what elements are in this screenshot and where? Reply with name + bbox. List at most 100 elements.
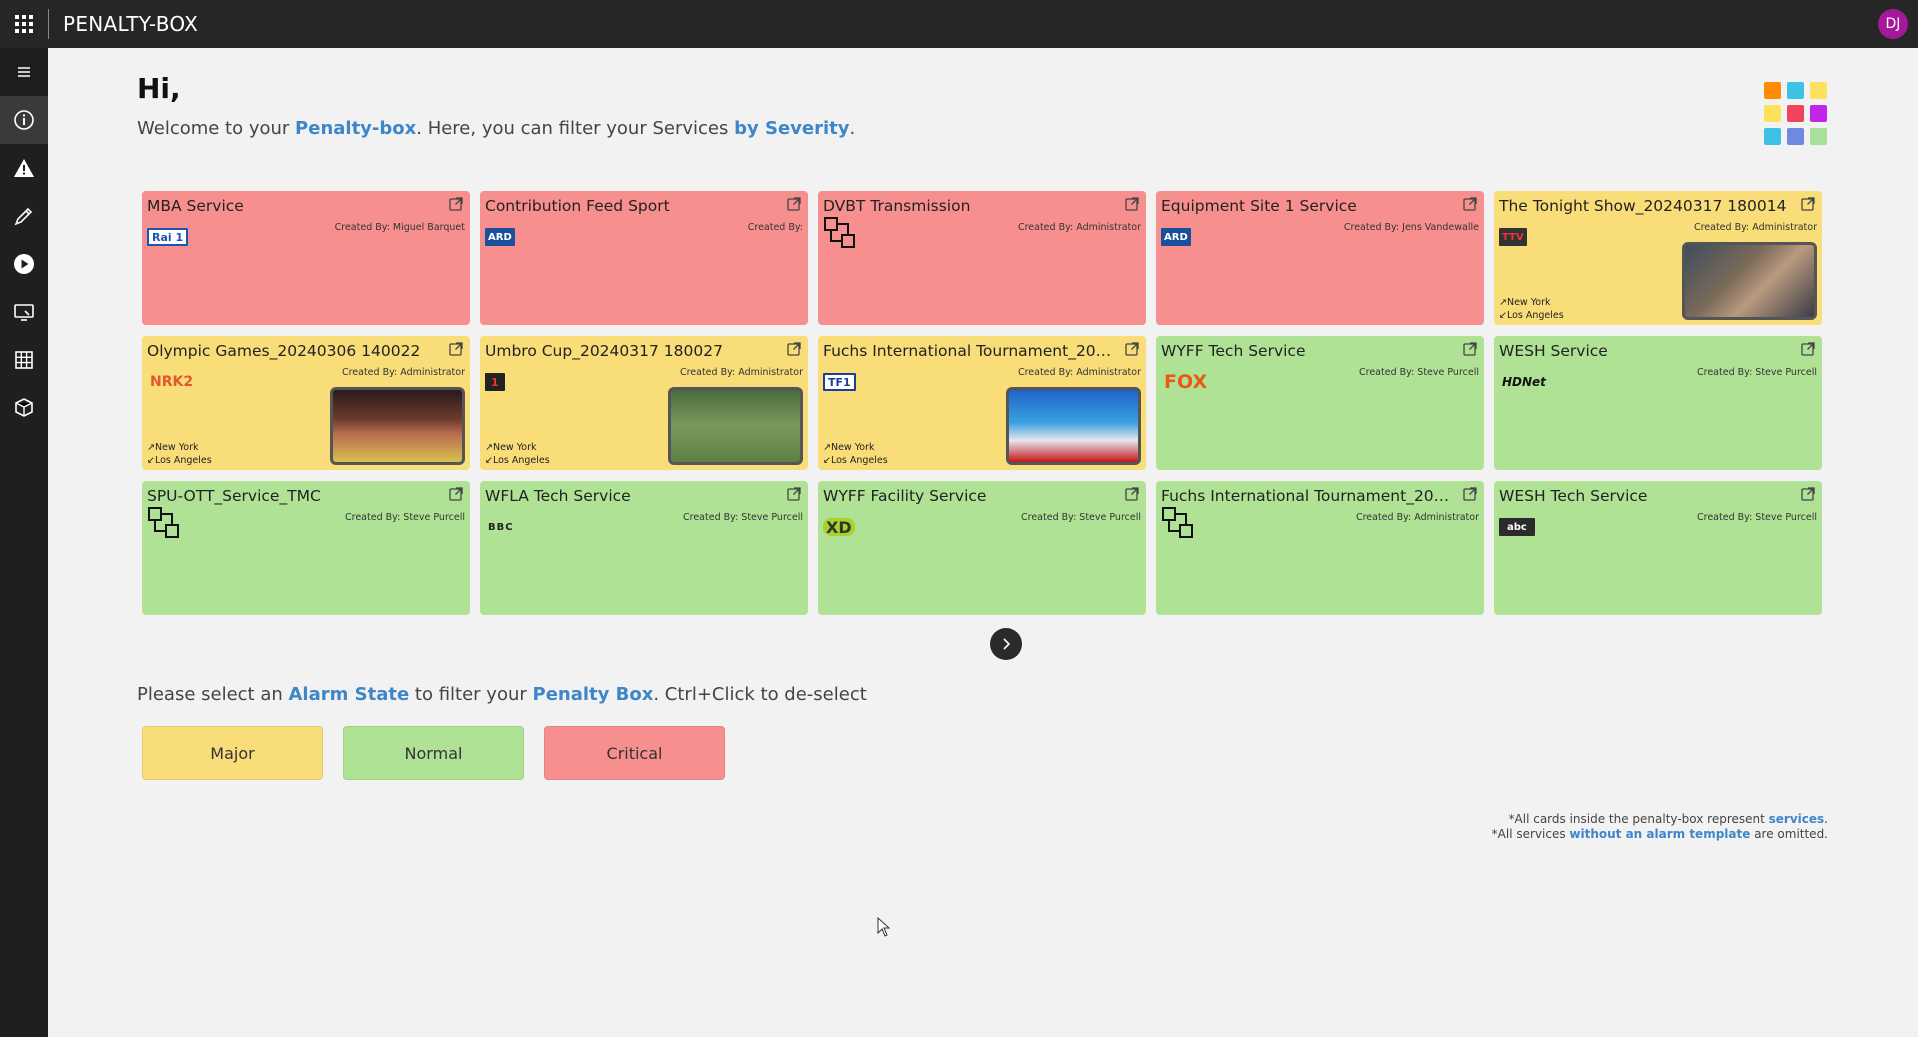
channel-logo: FOX (1161, 371, 1210, 393)
arrow-down-left-icon: ↙ (147, 455, 155, 466)
alarm-state-link[interactable]: Alarm State (289, 684, 410, 705)
card-locations: ↗New York ↙Los Angeles (823, 441, 888, 467)
penalty-box-link-2[interactable]: Penalty Box (533, 684, 654, 705)
service-card[interactable]: DVBT Transmission Created By: Administrat… (818, 191, 1146, 325)
card-created-by: Created By: Administrator (1693, 222, 1817, 233)
card-title: Fuchs International Tournament_202403... (1161, 487, 1451, 505)
service-card[interactable]: WESH Service Created By: Steve Purcell HDN… (1494, 336, 1822, 470)
package-icon (15, 398, 33, 417)
table-grid-icon (15, 351, 33, 369)
sidebar (0, 48, 48, 1037)
welcome-text-part: . Here, you can filter your Services (416, 118, 735, 139)
service-card[interactable]: Umbro Cup_20240317 180027 Created By: Adm… (480, 336, 808, 470)
open-external-icon[interactable] (448, 196, 464, 212)
open-external-icon[interactable] (1800, 486, 1816, 502)
channel-logo: BBC (485, 517, 517, 537)
service-card[interactable]: Olympic Games_20240306 140022 Created By:… (142, 336, 470, 470)
card-title: WFLA Tech Service (485, 487, 631, 505)
service-card[interactable]: Fuchs International Tournament_202403...… (818, 336, 1146, 470)
card-title: WYFF Tech Service (1161, 342, 1306, 360)
arrow-up-right-icon: ↗ (823, 442, 831, 453)
filter-critical-button[interactable]: Critical (544, 726, 725, 780)
open-external-icon[interactable] (1462, 196, 1478, 212)
open-external-icon[interactable] (786, 196, 802, 212)
channel-logo-text: TF1 (823, 373, 856, 391)
open-external-icon[interactable] (1800, 341, 1816, 357)
service-card[interactable]: WYFF Tech Service Created By: Steve Purce… (1156, 336, 1484, 470)
service-card[interactable]: Fuchs International Tournament_202403...… (1156, 481, 1484, 615)
sidebar-item-play[interactable] (0, 240, 48, 288)
service-card[interactable]: WYFF Facility Service Created By: Steve P… (818, 481, 1146, 615)
open-external-icon[interactable] (1124, 486, 1140, 502)
card-title: The Tonight Show_20240317 180014 (1499, 197, 1787, 215)
card-created-by: Created By: Steve Purcell (1359, 367, 1479, 378)
filter-normal-button[interactable]: Normal (343, 726, 524, 780)
open-external-icon[interactable] (448, 486, 464, 502)
channel-logo-text: Rai 1 (147, 228, 189, 246)
location-to: Los Angeles (830, 455, 888, 466)
open-external-icon[interactable] (786, 486, 802, 502)
open-external-icon[interactable] (448, 341, 464, 357)
services-link[interactable]: services (1769, 812, 1825, 826)
sidebar-item-monitor[interactable] (0, 288, 48, 336)
penalty-box-link[interactable]: Penalty-box (295, 118, 416, 139)
app-title: PENALTY-BOX (63, 12, 199, 36)
mouse-cursor-icon (877, 917, 891, 937)
card-locations: ↗New York ↙Los Angeles (1499, 296, 1564, 322)
open-external-icon[interactable] (1800, 196, 1816, 212)
card-title: Fuchs International Tournament_202403... (823, 342, 1113, 360)
topbar-divider (48, 9, 49, 39)
video-thumbnail[interactable] (668, 387, 803, 465)
card-created-by: Created By: Administrator (679, 367, 803, 378)
sidebar-item-packages[interactable] (0, 384, 48, 432)
filter-major-button[interactable]: Major (142, 726, 323, 780)
user-avatar[interactable]: DJ (1878, 9, 1908, 39)
channel-logo: ARD (485, 227, 515, 247)
video-thumbnail[interactable] (1006, 387, 1141, 465)
service-card[interactable]: SPU-OTT_Service_TMC Created By: Steve Pur… (142, 481, 470, 615)
footnote-text: . (1824, 812, 1828, 826)
service-card[interactable]: WESH Tech Service Created By: Steve Purce… (1494, 481, 1822, 615)
prompt-text-part: . Ctrl+Click to de-select (653, 684, 867, 705)
warning-icon (14, 159, 34, 177)
open-external-icon[interactable] (1462, 486, 1478, 502)
open-external-icon[interactable] (1124, 196, 1140, 212)
info-icon (14, 110, 34, 130)
next-page-button[interactable] (990, 628, 1022, 660)
arrow-up-right-icon: ↗ (1499, 297, 1507, 308)
service-card[interactable]: The Tonight Show_20240317 180014 Created … (1494, 191, 1822, 325)
video-thumbnail[interactable] (1682, 242, 1817, 320)
service-card[interactable]: MBA Service Created By: Miguel Barquet Rai… (142, 191, 470, 325)
card-created-by: Created By: Steve Purcell (345, 512, 465, 523)
card-locations: ↗New York ↙Los Angeles (147, 441, 212, 467)
app-launcher-button[interactable] (0, 0, 48, 48)
open-external-icon[interactable] (786, 341, 802, 357)
monitor-icon (14, 304, 34, 321)
service-card[interactable]: Contribution Feed Sport Created By: ARD (480, 191, 808, 325)
arrow-up-right-icon: ↗ (485, 442, 493, 453)
sidebar-item-tools[interactable] (0, 192, 48, 240)
without-alarm-template-link[interactable]: without an alarm template (1569, 827, 1750, 841)
sidebar-item-menu[interactable] (0, 48, 48, 96)
sidebar-item-alarms[interactable] (0, 144, 48, 192)
by-severity-link[interactable]: by Severity (734, 118, 849, 139)
card-title: MBA Service (147, 197, 244, 215)
footnote-text: *All services (1491, 827, 1570, 841)
channel-logo: TF1 (823, 372, 856, 392)
card-created-by: Created By: Jens Vandewalle (1343, 222, 1479, 233)
sidebar-item-info[interactable] (0, 96, 48, 144)
apps-grid-icon (15, 15, 33, 33)
sidebar-item-grid[interactable] (0, 336, 48, 384)
card-title: Umbro Cup_20240317 180027 (485, 342, 723, 360)
card-created-by: Created By: Administrator (1017, 367, 1141, 378)
video-thumbnail[interactable] (330, 387, 465, 465)
channel-logo-text: abc (1499, 518, 1535, 536)
service-card[interactable]: WFLA Tech Service Created By: Steve Purce… (480, 481, 808, 615)
arrow-down-left-icon: ↙ (1499, 310, 1507, 321)
card-title: Equipment Site 1 Service (1161, 197, 1357, 215)
open-external-icon[interactable] (1462, 341, 1478, 357)
arrow-up-right-icon: ↗ (147, 442, 155, 453)
open-external-icon[interactable] (1124, 341, 1140, 357)
service-card[interactable]: Equipment Site 1 Service Created By: Jens… (1156, 191, 1484, 325)
arrow-down-left-icon: ↙ (485, 455, 493, 466)
